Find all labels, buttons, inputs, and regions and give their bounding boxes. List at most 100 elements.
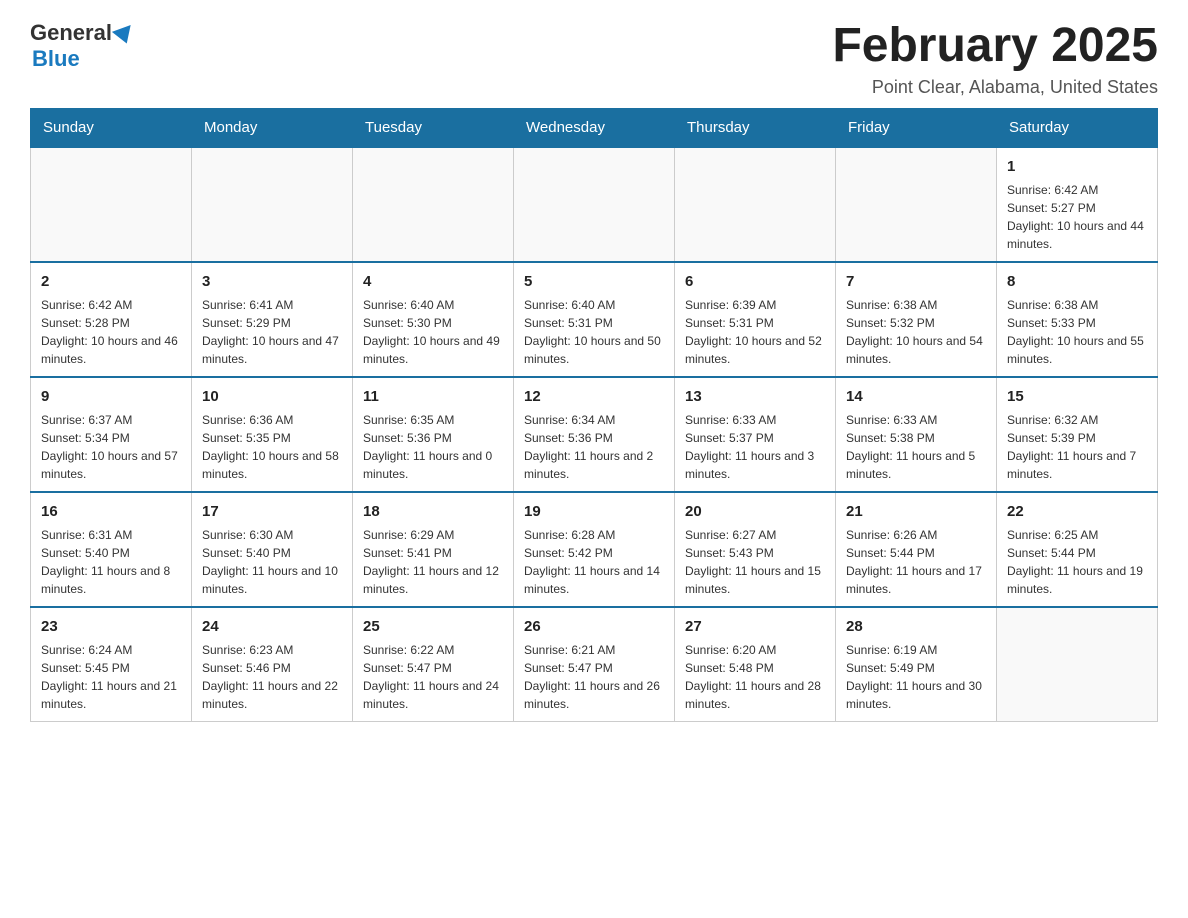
day-info: Sunrise: 6:20 AMSunset: 5:48 PMDaylight:…	[685, 641, 825, 713]
calendar-day-cell: 24 Sunrise: 6:23 AMSunset: 5:46 PMDayligh…	[192, 607, 353, 722]
calendar-day-cell	[31, 147, 192, 262]
day-info: Sunrise: 6:33 AMSunset: 5:37 PMDaylight:…	[685, 411, 825, 483]
calendar-day-cell: 23 Sunrise: 6:24 AMSunset: 5:45 PMDayligh…	[31, 607, 192, 722]
calendar-day-cell	[997, 607, 1158, 722]
logo-blue-text: Blue	[32, 46, 80, 71]
calendar-day-cell: 7 Sunrise: 6:38 AMSunset: 5:32 PMDaylight…	[836, 262, 997, 377]
calendar-subtitle: Point Clear, Alabama, United States	[832, 77, 1158, 98]
day-info: Sunrise: 6:37 AMSunset: 5:34 PMDaylight:…	[41, 411, 181, 483]
day-number: 2	[41, 271, 181, 292]
day-number: 22	[1007, 501, 1147, 522]
calendar-header: SundayMondayTuesdayWednesdayThursdayFrid…	[31, 108, 1158, 147]
day-info: Sunrise: 6:40 AMSunset: 5:30 PMDaylight:…	[363, 296, 503, 368]
calendar-day-cell: 15 Sunrise: 6:32 AMSunset: 5:39 PMDayligh…	[997, 377, 1158, 492]
day-number: 17	[202, 501, 342, 522]
day-info: Sunrise: 6:42 AMSunset: 5:27 PMDaylight:…	[1007, 181, 1147, 253]
calendar-day-cell	[675, 147, 836, 262]
page-header: General Blue February 2025 Point Clear, …	[30, 20, 1158, 98]
day-number: 21	[846, 501, 986, 522]
day-info: Sunrise: 6:26 AMSunset: 5:44 PMDaylight:…	[846, 526, 986, 598]
day-info: Sunrise: 6:40 AMSunset: 5:31 PMDaylight:…	[524, 296, 664, 368]
calendar-day-cell: 28Sunrise: 6:19 AMSunset: 5:49 PMDayligh…	[836, 607, 997, 722]
calendar-week-row: 2 Sunrise: 6:42 AMSunset: 5:28 PMDaylight…	[31, 262, 1158, 377]
calendar-day-cell: 20 Sunrise: 6:27 AMSunset: 5:43 PMDayligh…	[675, 492, 836, 607]
calendar-day-cell	[353, 147, 514, 262]
calendar-day-cell	[514, 147, 675, 262]
day-number: 1	[1007, 156, 1147, 177]
logo: General Blue	[30, 20, 134, 72]
day-of-week-header: Tuesday	[353, 108, 514, 147]
calendar-day-cell: 16 Sunrise: 6:31 AMSunset: 5:40 PMDayligh…	[31, 492, 192, 607]
day-info: Sunrise: 6:42 AMSunset: 5:28 PMDaylight:…	[41, 296, 181, 368]
calendar-day-cell: 3Sunrise: 6:41 AMSunset: 5:29 PMDaylight…	[192, 262, 353, 377]
day-number: 14	[846, 386, 986, 407]
day-number: 23	[41, 616, 181, 637]
calendar-day-cell: 2 Sunrise: 6:42 AMSunset: 5:28 PMDaylight…	[31, 262, 192, 377]
calendar-day-cell: 18Sunrise: 6:29 AMSunset: 5:41 PMDayligh…	[353, 492, 514, 607]
day-info: Sunrise: 6:23 AMSunset: 5:46 PMDaylight:…	[202, 641, 342, 713]
day-info: Sunrise: 6:31 AMSunset: 5:40 PMDaylight:…	[41, 526, 181, 598]
calendar-day-cell: 10 Sunrise: 6:36 AMSunset: 5:35 PMDayligh…	[192, 377, 353, 492]
day-info: Sunrise: 6:36 AMSunset: 5:35 PMDaylight:…	[202, 411, 342, 483]
calendar-day-cell: 1 Sunrise: 6:42 AMSunset: 5:27 PMDaylight…	[997, 147, 1158, 262]
calendar-week-row: 9 Sunrise: 6:37 AMSunset: 5:34 PMDaylight…	[31, 377, 1158, 492]
day-info: Sunrise: 6:34 AMSunset: 5:36 PMDaylight:…	[524, 411, 664, 483]
calendar-body: 1 Sunrise: 6:42 AMSunset: 5:27 PMDaylight…	[31, 147, 1158, 722]
day-number: 5	[524, 271, 664, 292]
day-number: 19	[524, 501, 664, 522]
day-info: Sunrise: 6:32 AMSunset: 5:39 PMDaylight:…	[1007, 411, 1147, 483]
day-info: Sunrise: 6:41 AMSunset: 5:29 PMDaylight:…	[202, 296, 342, 368]
day-number: 7	[846, 271, 986, 292]
day-info: Sunrise: 6:39 AMSunset: 5:31 PMDaylight:…	[685, 296, 825, 368]
calendar-day-cell: 11 Sunrise: 6:35 AMSunset: 5:36 PMDayligh…	[353, 377, 514, 492]
day-info: Sunrise: 6:27 AMSunset: 5:43 PMDaylight:…	[685, 526, 825, 598]
day-info: Sunrise: 6:33 AMSunset: 5:38 PMDaylight:…	[846, 411, 986, 483]
day-number: 26	[524, 616, 664, 637]
day-of-week-header: Saturday	[997, 108, 1158, 147]
day-info: Sunrise: 6:30 AMSunset: 5:40 PMDaylight:…	[202, 526, 342, 598]
day-info: Sunrise: 6:22 AMSunset: 5:47 PMDaylight:…	[363, 641, 503, 713]
day-info: Sunrise: 6:24 AMSunset: 5:45 PMDaylight:…	[41, 641, 181, 713]
calendar-day-cell: 12Sunrise: 6:34 AMSunset: 5:36 PMDayligh…	[514, 377, 675, 492]
calendar-header-row: SundayMondayTuesdayWednesdayThursdayFrid…	[31, 108, 1158, 147]
calendar-day-cell: 6 Sunrise: 6:39 AMSunset: 5:31 PMDaylight…	[675, 262, 836, 377]
logo-triangle-icon	[112, 25, 136, 47]
day-number: 10	[202, 386, 342, 407]
day-number: 20	[685, 501, 825, 522]
calendar-day-cell: 26 Sunrise: 6:21 AMSunset: 5:47 PMDayligh…	[514, 607, 675, 722]
day-number: 6	[685, 271, 825, 292]
day-number: 25	[363, 616, 503, 637]
day-info: Sunrise: 6:38 AMSunset: 5:32 PMDaylight:…	[846, 296, 986, 368]
calendar-day-cell	[192, 147, 353, 262]
calendar-day-cell: 5 Sunrise: 6:40 AMSunset: 5:31 PMDaylight…	[514, 262, 675, 377]
calendar-day-cell: 25 Sunrise: 6:22 AMSunset: 5:47 PMDayligh…	[353, 607, 514, 722]
day-of-week-header: Thursday	[675, 108, 836, 147]
day-number: 24	[202, 616, 342, 637]
day-number: 16	[41, 501, 181, 522]
day-number: 28	[846, 616, 986, 637]
day-number: 15	[1007, 386, 1147, 407]
calendar-day-cell: 27 Sunrise: 6:20 AMSunset: 5:48 PMDayligh…	[675, 607, 836, 722]
day-of-week-header: Friday	[836, 108, 997, 147]
day-number: 11	[363, 386, 503, 407]
day-info: Sunrise: 6:35 AMSunset: 5:36 PMDaylight:…	[363, 411, 503, 483]
day-number: 9	[41, 386, 181, 407]
day-number: 8	[1007, 271, 1147, 292]
calendar-day-cell: 9 Sunrise: 6:37 AMSunset: 5:34 PMDaylight…	[31, 377, 192, 492]
day-number: 27	[685, 616, 825, 637]
day-of-week-header: Sunday	[31, 108, 192, 147]
day-info: Sunrise: 6:25 AMSunset: 5:44 PMDaylight:…	[1007, 526, 1147, 598]
calendar-day-cell: 17 Sunrise: 6:30 AMSunset: 5:40 PMDayligh…	[192, 492, 353, 607]
title-block: February 2025 Point Clear, Alabama, Unit…	[832, 20, 1158, 98]
day-info: Sunrise: 6:38 AMSunset: 5:33 PMDaylight:…	[1007, 296, 1147, 368]
calendar-week-row: 23 Sunrise: 6:24 AMSunset: 5:45 PMDayligh…	[31, 607, 1158, 722]
calendar-day-cell: 21 Sunrise: 6:26 AMSunset: 5:44 PMDayligh…	[836, 492, 997, 607]
logo-general-text: General	[30, 20, 112, 46]
calendar-week-row: 16 Sunrise: 6:31 AMSunset: 5:40 PMDayligh…	[31, 492, 1158, 607]
calendar-day-cell: 14 Sunrise: 6:33 AMSunset: 5:38 PMDayligh…	[836, 377, 997, 492]
day-info: Sunrise: 6:28 AMSunset: 5:42 PMDaylight:…	[524, 526, 664, 598]
day-info: Sunrise: 6:21 AMSunset: 5:47 PMDaylight:…	[524, 641, 664, 713]
day-info: Sunrise: 6:29 AMSunset: 5:41 PMDaylight:…	[363, 526, 503, 598]
day-number: 13	[685, 386, 825, 407]
calendar-title: February 2025	[832, 20, 1158, 73]
